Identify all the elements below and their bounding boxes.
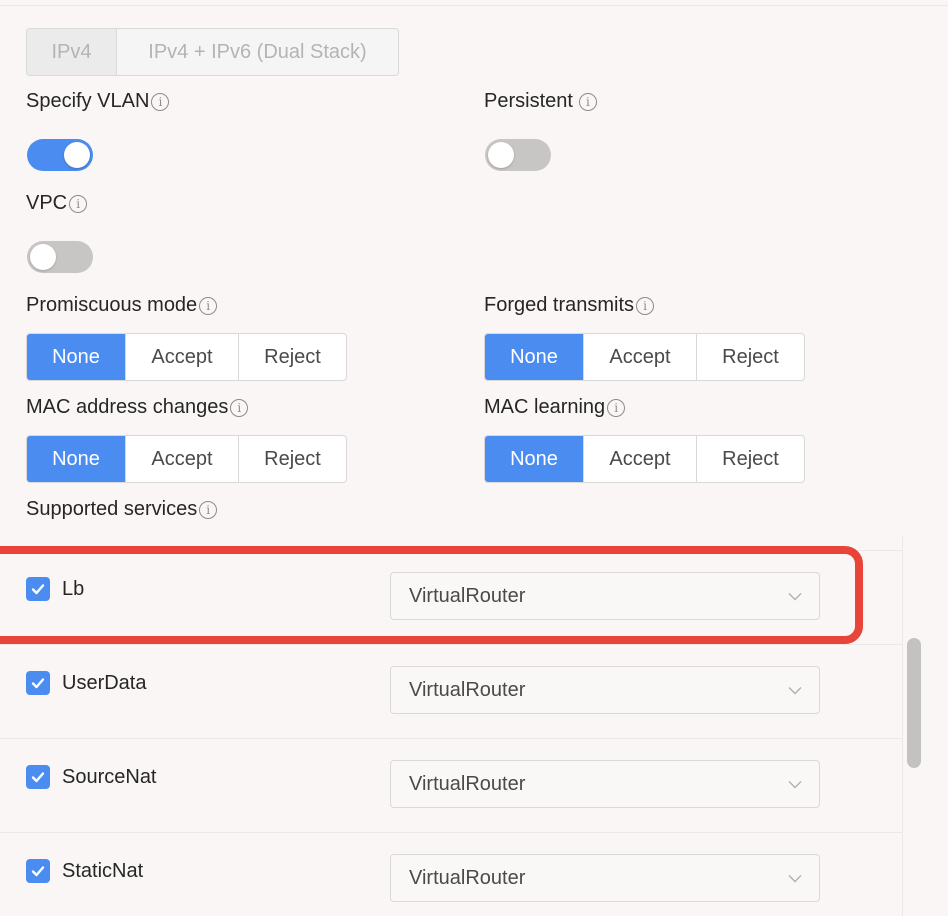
service-checkbox-userdata[interactable] <box>26 671 50 695</box>
forged-transmits-option-reject[interactable]: Reject <box>696 334 804 380</box>
info-icon[interactable]: i <box>230 398 249 417</box>
ip-version-option-dual-stack[interactable]: IPv4 + IPv6 (Dual Stack) <box>117 29 398 75</box>
service-row-userdata: UserData VirtualRouter <box>0 644 902 738</box>
persistent-label: Persistent i <box>484 90 597 113</box>
promiscuous-mode-option-accept[interactable]: Accept <box>125 334 238 380</box>
service-provider-value: VirtualRouter <box>409 678 526 701</box>
check-icon <box>31 866 45 877</box>
ip-version-selector[interactable]: IPv4 IPv4 + IPv6 (Dual Stack) <box>26 28 399 76</box>
promiscuous-mode-option-reject[interactable]: Reject <box>238 334 346 380</box>
forged-transmits-text: Forged transmits <box>484 294 635 316</box>
service-provider-value: VirtualRouter <box>409 866 526 889</box>
persistent-text: Persistent <box>484 90 573 112</box>
service-checkbox-sourcenat[interactable] <box>26 765 50 789</box>
service-provider-value: VirtualRouter <box>409 772 526 795</box>
forged-transmits-radio-group: None Accept Reject <box>484 333 805 381</box>
mac-address-changes-radio-group: None Accept Reject <box>26 435 347 483</box>
service-row-sourcenat: SourceNat VirtualRouter <box>0 738 902 832</box>
mac-learning-text: MAC learning <box>484 396 606 418</box>
chevron-down-icon <box>788 687 802 695</box>
specify-vlan-text: Specify VLAN <box>26 90 150 112</box>
scrollbar-divider <box>902 536 903 916</box>
mac-address-changes-option-accept[interactable]: Accept <box>125 436 238 482</box>
vpc-toggle[interactable] <box>27 241 93 273</box>
check-icon <box>31 678 45 689</box>
service-checkbox-staticnat[interactable] <box>26 859 50 883</box>
top-edge-divider <box>0 0 948 6</box>
specify-vlan-label: Specify VLAN i <box>26 90 170 113</box>
info-icon[interactable]: i <box>199 296 218 315</box>
forged-transmits-option-accept[interactable]: Accept <box>583 334 696 380</box>
info-icon[interactable]: i <box>578 92 597 111</box>
service-provider-select-userdata[interactable]: VirtualRouter <box>390 666 820 714</box>
service-provider-select-lb[interactable]: VirtualRouter <box>390 572 820 620</box>
service-name: StaticNat <box>62 860 144 882</box>
service-provider-select-staticnat[interactable]: VirtualRouter <box>390 854 820 902</box>
info-icon[interactable]: i <box>607 398 626 417</box>
service-checkbox-lb[interactable] <box>26 577 50 601</box>
vpc-label: VPC i <box>26 192 88 215</box>
mac-learning-option-none[interactable]: None <box>485 436 583 482</box>
info-icon[interactable]: i <box>151 92 170 111</box>
supported-services-text: Supported services <box>26 498 198 520</box>
service-name: UserData <box>62 672 147 694</box>
specify-vlan-toggle[interactable] <box>27 139 93 171</box>
info-icon[interactable]: i <box>199 500 218 519</box>
service-provider-value: VirtualRouter <box>409 584 526 607</box>
supported-services-label: Supported services i <box>26 498 218 521</box>
mac-learning-radio-group: None Accept Reject <box>484 435 805 483</box>
persistent-toggle[interactable] <box>485 139 551 171</box>
info-icon[interactable]: i <box>636 296 655 315</box>
info-icon[interactable]: i <box>69 194 88 213</box>
forged-transmits-option-none[interactable]: None <box>485 334 583 380</box>
chevron-down-icon <box>788 781 802 789</box>
toggle-knob <box>64 142 90 168</box>
service-name: SourceNat <box>62 766 157 788</box>
check-icon <box>31 772 45 783</box>
mac-learning-label: MAC learning i <box>484 396 626 419</box>
toggle-knob <box>488 142 514 168</box>
service-name: Lb <box>62 578 85 600</box>
mac-learning-option-reject[interactable]: Reject <box>696 436 804 482</box>
promiscuous-mode-label: Promiscuous mode i <box>26 294 218 317</box>
mac-address-changes-label: MAC address changes i <box>26 396 249 419</box>
services-scrollbar-thumb[interactable] <box>907 638 921 768</box>
ip-version-option-ipv4[interactable]: IPv4 <box>27 29 117 75</box>
toggle-knob <box>30 244 56 270</box>
chevron-down-icon <box>788 593 802 601</box>
promiscuous-mode-text: Promiscuous mode <box>26 294 198 316</box>
forged-transmits-label: Forged transmits i <box>484 294 655 317</box>
promiscuous-mode-radio-group: None Accept Reject <box>26 333 347 381</box>
check-icon <box>31 584 45 595</box>
mac-learning-option-accept[interactable]: Accept <box>583 436 696 482</box>
service-provider-select-sourcenat[interactable]: VirtualRouter <box>390 760 820 808</box>
service-row-staticnat: StaticNat VirtualRouter <box>0 832 902 916</box>
service-row-lb: Lb VirtualRouter <box>0 550 902 644</box>
mac-address-changes-option-reject[interactable]: Reject <box>238 436 346 482</box>
chevron-down-icon <box>788 875 802 883</box>
promiscuous-mode-option-none[interactable]: None <box>27 334 125 380</box>
vpc-text: VPC <box>26 192 68 214</box>
mac-address-changes-option-none[interactable]: None <box>27 436 125 482</box>
supported-services-list: Lb VirtualRouter UserData VirtualRouter … <box>0 536 902 916</box>
mac-address-changes-text: MAC address changes <box>26 396 229 418</box>
